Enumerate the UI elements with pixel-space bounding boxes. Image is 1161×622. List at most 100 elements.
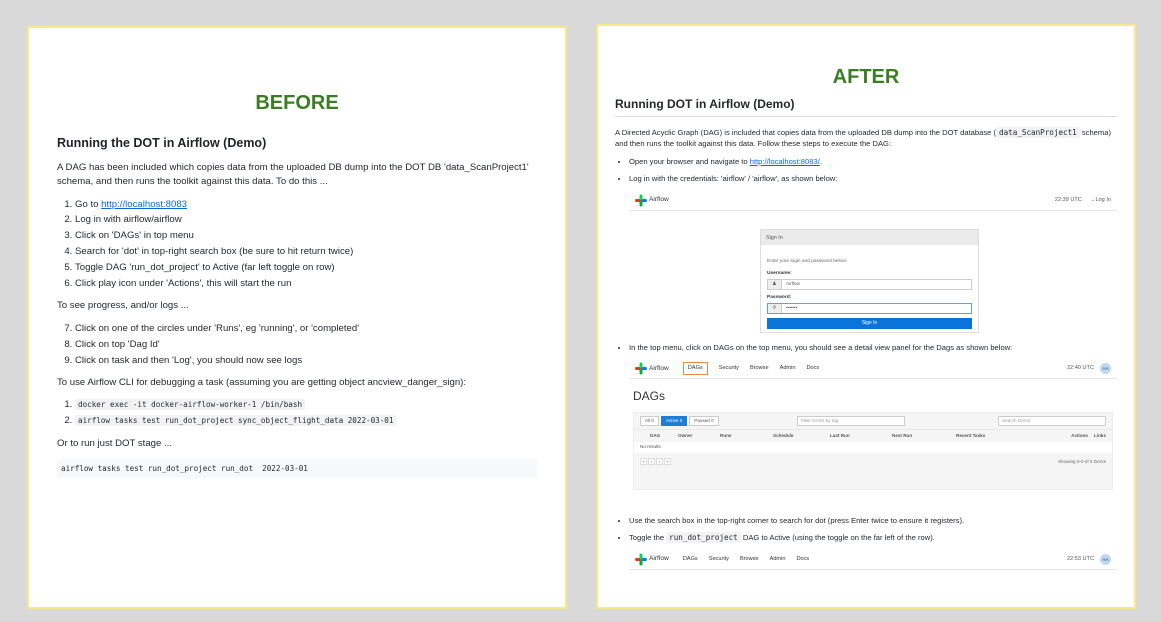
after-banner: AFTER (832, 66, 900, 88)
dags-screenshot: Airflow DAGs Security Browse Admin Docs … (629, 358, 1117, 509)
step-text: Open your browser and navigate to (629, 156, 750, 166)
username-field[interactable]: ♟ Airflow (767, 278, 972, 290)
filter-all[interactable]: All 0 (640, 415, 659, 427)
list-item: docker exec -it docker-airflow-worker-1 … (75, 398, 537, 412)
filter-row: All 0 Active 0 Paused 0 Filter DAGs by t… (634, 413, 1112, 429)
nav-docs[interactable]: Docs (796, 555, 809, 563)
step-text: Log in with the credentials: 'airflow' /… (629, 174, 838, 184)
dot-intro: Or to run just DOT stage ... (57, 437, 172, 449)
empty-row: No results (634, 441, 1112, 453)
clock-text: 22:40 UTC (1066, 365, 1094, 372)
toggle-screenshot: Airflow DAGs Security Browse Admin Docs … (629, 549, 1117, 570)
nav-security[interactable]: Security (719, 364, 739, 372)
column-header: Next Run (892, 432, 913, 438)
cli-intro: To use Airflow CLI for debugging a task … (57, 376, 467, 388)
signin-body: Enter your login and password below: Use… (761, 245, 978, 335)
clock-text: 22:53 UTC (1066, 556, 1094, 563)
login-screenshot: Airflow 22:39 UTC → Log In Sign In Enter… (629, 190, 1117, 336)
after-steps: Open your browser and navigate to http:/… (629, 156, 1117, 570)
cli-command: airflow tasks test run_dot_project sync_… (75, 415, 397, 427)
list-item: In the top menu, click on DAGs on the to… (629, 342, 1117, 509)
cli-steps: docker exec -it docker-airflow-worker-1 … (75, 398, 537, 428)
column-header: Actions (1071, 432, 1088, 438)
nav-dags[interactable]: DAGs (682, 362, 708, 375)
filter-paused[interactable]: Paused 0 (689, 415, 719, 427)
dag-id-code: run_dot_project (666, 532, 741, 544)
schema-code: data_ScanProject1 (996, 127, 1080, 138)
column-header: Runs (720, 432, 732, 438)
user-icon: ♟ (768, 279, 782, 289)
nav-admin[interactable]: Admin (780, 364, 796, 372)
nav-browse[interactable]: Browse (750, 364, 769, 372)
list-item: Use the search box in the top-right corn… (629, 515, 1117, 526)
step-text: Toggle the (629, 533, 667, 543)
after-panel: AFTER Running DOT in Airflow (Demo) A Di… (596, 24, 1136, 609)
login-link[interactable]: Log In (1095, 196, 1111, 204)
step-text: . (819, 156, 822, 166)
intro-text: A Directed Acyclic Graph (DAG) is includ… (615, 128, 997, 137)
column-header: Recent Tasks (956, 432, 986, 438)
before-intro: A DAG has been included which copies dat… (57, 161, 529, 188)
list-item: Log in with the credentials: 'airflow' /… (629, 173, 1117, 336)
signin-area: Sign In Enter your login and password be… (629, 211, 1117, 336)
localhost-link[interactable]: http://localhost:8083/ (750, 157, 820, 166)
pinwheel-icon (634, 362, 647, 375)
page-first-button[interactable]: « (640, 458, 647, 466)
before-banner: BEFORE (255, 92, 339, 114)
list-item: Click on one of the circles under 'Runs'… (75, 322, 537, 336)
cli-command: docker exec -it docker-airflow-worker-1 … (75, 399, 306, 411)
before-heading: Running the DOT in Airflow (Demo) (57, 136, 267, 150)
before-panel: BEFORE Running the DOT in Airflow (Demo)… (27, 26, 567, 609)
after-heading: Running DOT in Airflow (Demo) (615, 95, 1117, 117)
username-label: Username: (767, 270, 792, 276)
nav-admin[interactable]: Admin (770, 555, 786, 563)
username-value: Airflow (786, 280, 800, 286)
pinwheel-icon (634, 553, 647, 566)
brand-text: Airflow (649, 555, 669, 563)
list-item: Toggle DAG 'run_dot_project' to Active (… (75, 261, 537, 275)
nav-security[interactable]: Security (709, 555, 729, 563)
airflow-logo: Airflow (634, 553, 669, 566)
airflow-logo: Airflow (634, 362, 669, 375)
column-header: Last Run (830, 432, 850, 438)
signin-prompt: Enter your login and password below: (767, 258, 847, 264)
airflow-navbar: Airflow 22:39 UTC → Log In (629, 191, 1117, 211)
list-item: Click on task and then 'Log', you should… (75, 354, 537, 368)
brand-text: Airflow (649, 364, 669, 372)
signin-title: Sign In (761, 229, 978, 245)
nav-docs[interactable]: Docs (806, 364, 819, 372)
after-intro: A Directed Acyclic Graph (DAG) is includ… (615, 127, 1117, 150)
avatar[interactable]: AA (1100, 553, 1111, 565)
list-item: Toggle the run_dot_project DAG to Active… (629, 532, 1117, 570)
progress-intro: To see progress, and/or logs ... (57, 300, 189, 312)
key-icon: ⚲ (768, 304, 782, 314)
password-field[interactable]: ⚲ ••••••• (767, 303, 972, 315)
list-item: airflow tasks test run_dot_project sync_… (75, 414, 537, 428)
page-prev-button[interactable]: ‹ (648, 458, 655, 466)
list-item: Click on top 'Dag Id' (75, 338, 537, 352)
page-next-button[interactable]: › (656, 458, 663, 466)
airflow-logo: Airflow (634, 194, 669, 207)
list-item: Log in with airflow/airflow (75, 213, 537, 227)
airflow-navbar: Airflow DAGs Security Browse Admin Docs … (629, 550, 1117, 570)
filter-active[interactable]: Active 0 (660, 415, 688, 427)
table-header: DAG Owner Runs Schedule Last Run Next Ru… (634, 428, 1112, 442)
signin-button[interactable]: Sign In (767, 318, 972, 330)
page-last-button[interactable]: » (664, 458, 671, 466)
dag-search-input[interactable]: Search DAGs (998, 415, 1106, 426)
progress-steps: Click on one of the circles under 'Runs'… (75, 322, 537, 368)
dags-title: DAGs (633, 388, 666, 403)
dot-command: airflow tasks test run_dot_project run_d… (57, 459, 537, 479)
pinwheel-icon (634, 194, 647, 207)
avatar[interactable]: AA (1100, 362, 1111, 374)
before-content: Running the DOT in Airflow (Demo) A DAG … (29, 134, 565, 479)
password-label: Password: (767, 294, 792, 300)
localhost-link[interactable]: http://localhost:8083 (101, 199, 187, 210)
nav-dags[interactable]: DAGs (683, 555, 698, 563)
tag-filter-input[interactable]: Filter DAGs by tag (796, 415, 905, 426)
pagination: « ‹ › » Showing 0-0 of 0 DAGs (634, 453, 1112, 471)
step-text: Go to (75, 198, 102, 210)
dags-table: All 0 Active 0 Paused 0 Filter DAGs by t… (633, 411, 1113, 490)
nav-browse[interactable]: Browse (740, 555, 759, 563)
airflow-navbar: Airflow DAGs Security Browse Admin Docs … (629, 359, 1117, 379)
